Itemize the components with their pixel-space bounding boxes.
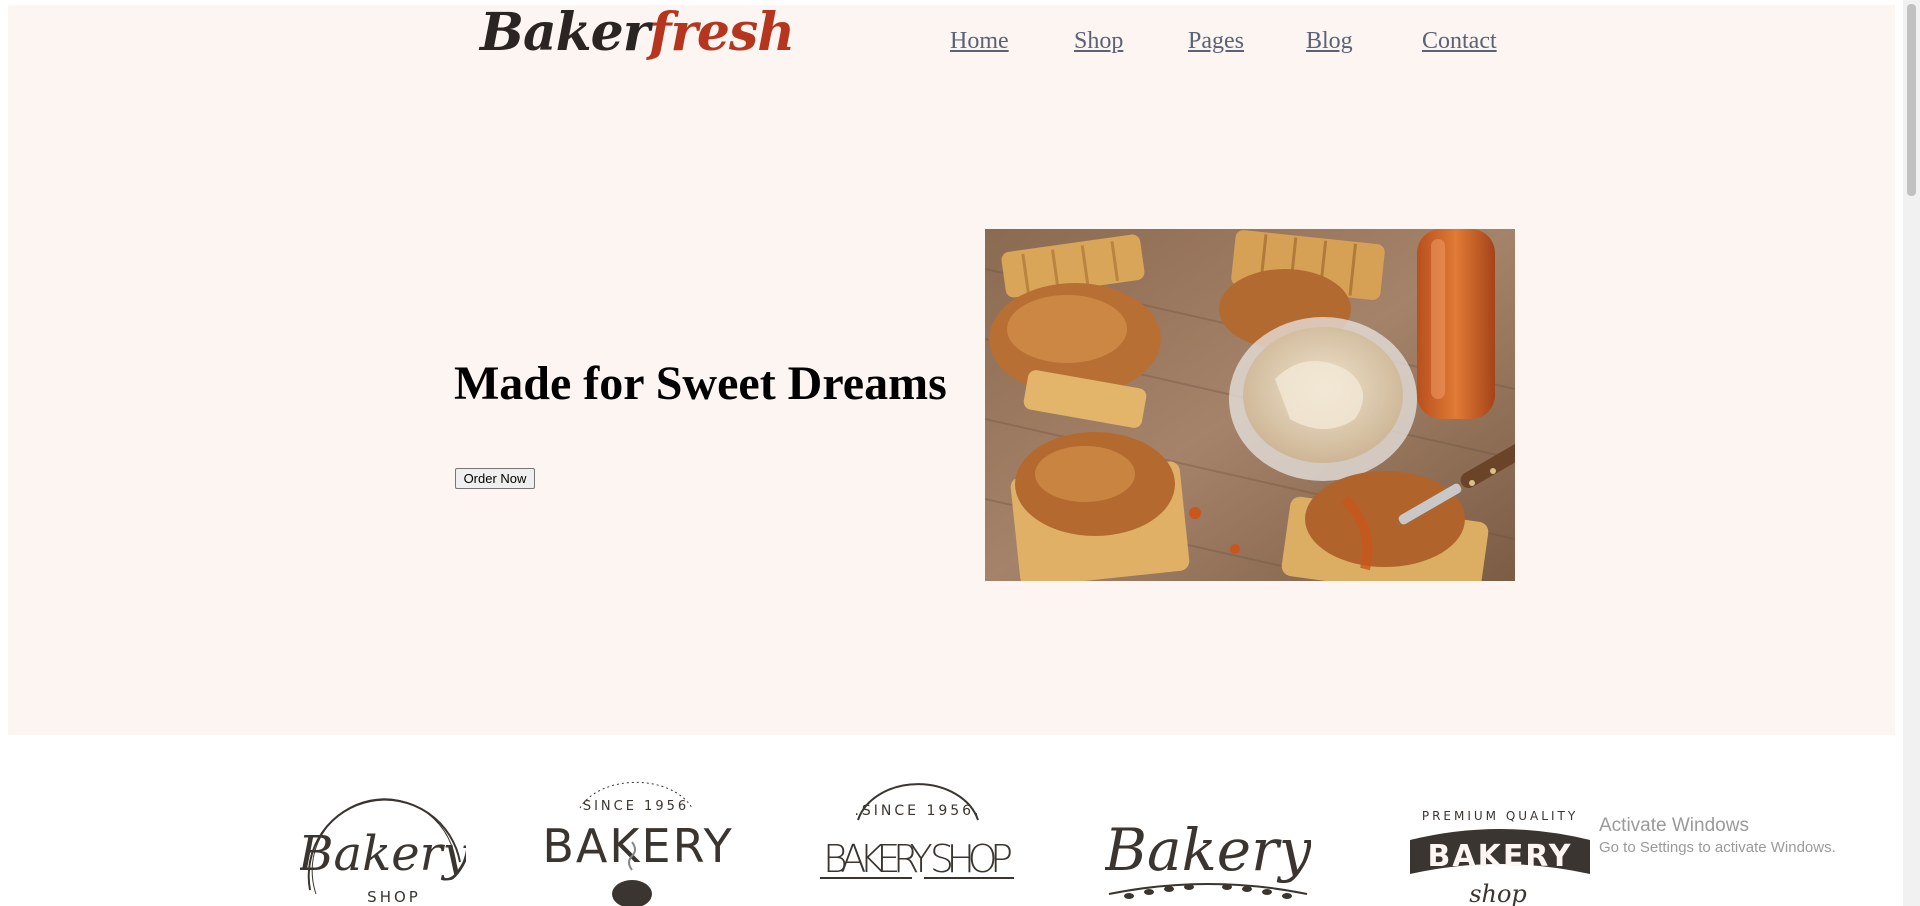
brand-1-sub: SHOP: [367, 888, 421, 906]
brand-5-main: BAKERY: [1427, 839, 1572, 874]
nav-link-home[interactable]: Home: [950, 24, 1009, 58]
nav-link-shop[interactable]: Shop: [1074, 24, 1123, 58]
nav-link-contact[interactable]: Contact: [1422, 24, 1497, 58]
brand-1-main: Bakery: [300, 826, 466, 882]
brand-4-main: Bakery: [1105, 816, 1311, 884]
hero-food-image: [985, 229, 1515, 581]
activate-subtitle: Go to Settings to activate Windows.: [1599, 839, 1836, 856]
activate-title: Activate Windows: [1599, 815, 1749, 836]
brand-logo-1: Bakery SHOP: [297, 770, 471, 906]
brand-logo-5: PREMIUM QUALITY BAKERY shop: [1402, 770, 1598, 906]
nav-link-pages[interactable]: Pages: [1188, 24, 1244, 58]
scrollbar-thumb[interactable]: [1907, 4, 1916, 196]
hero-headline: Made for Sweet Dreams: [454, 357, 947, 410]
order-now-button[interactable]: Order Now: [455, 468, 535, 489]
brand-logo-3: .SINCE 1956. BAKERY SHOP: [818, 770, 1018, 906]
brand-3-main: BAKERY SHOP: [823, 837, 1013, 881]
brand-3-top: .SINCE 1956.: [854, 803, 981, 819]
brand-2-main: BAKERY: [542, 819, 732, 873]
page-scrollbar[interactable]: [1903, 0, 1920, 906]
page: Baker fresh Home Shop Pages Blog Contact …: [0, 0, 1920, 906]
brand-2-top: SINCE 1956: [583, 799, 689, 814]
nav-link-blog[interactable]: Blog: [1306, 24, 1353, 58]
windows-activation-watermark: Activate Windows Go to Settings to activ…: [1599, 814, 1836, 858]
brand-logo-2: SINCE 1956 BAKERY: [542, 770, 732, 906]
hero-section: [8, 5, 1895, 735]
main-nav: Home Shop Pages Blog Contact: [0, 24, 1920, 64]
brand-5-sub: shop: [1469, 880, 1527, 906]
brand-5-top: PREMIUM QUALITY: [1422, 809, 1578, 823]
brand-logo-4: Bakery: [1103, 770, 1313, 906]
